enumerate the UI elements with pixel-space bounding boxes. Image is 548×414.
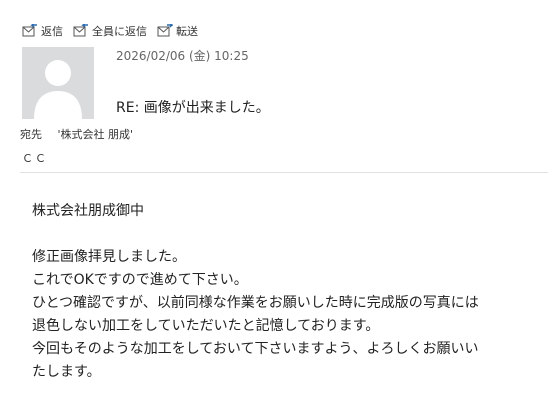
person-icon <box>34 60 82 119</box>
sent-datetime: 2026/02/06 (金) 10:25 <box>116 49 249 63</box>
body-line: 今回もそのような加工をしておいて下さいますよう、よろしくお願いい <box>32 341 479 357</box>
to-row: 宛先 '株式会社 朋成' <box>20 126 133 142</box>
reply-icon <box>22 24 37 37</box>
mail-subject: RE: 画像が出来ました。 <box>116 100 270 116</box>
reply-button[interactable]: 返信 <box>22 23 63 39</box>
reply-label: 返信 <box>41 25 63 38</box>
body-greeting: 株式会社朋成御中 <box>32 203 144 219</box>
body-line: 退色しない加工をしていただいたと記憶しております。 <box>32 318 380 334</box>
reply-all-button[interactable]: 全員に返信 <box>73 23 147 39</box>
cc-label: ＣＣ <box>22 152 48 165</box>
body-line: ひとつ確認ですが、以前同様な作業をお願いした時に完成版の写真には <box>32 295 479 311</box>
header-divider <box>20 172 548 173</box>
to-label: 宛先 <box>20 128 42 141</box>
reply-all-icon <box>73 24 88 37</box>
body-line: たします。 <box>32 364 101 380</box>
mail-toolbar: 返信 全員に返信 転送 <box>22 20 198 42</box>
forward-button[interactable]: 転送 <box>157 23 198 39</box>
sender-avatar <box>22 47 94 119</box>
to-recipient[interactable]: '株式会社 朋成' <box>58 128 134 141</box>
mail-body: 株式会社朋成御中 修正画像拝見しました。 これでOKですので進めて下さい。 ひと… <box>32 200 544 384</box>
forward-label: 転送 <box>176 25 198 38</box>
reply-all-label: 全員に返信 <box>92 25 147 38</box>
body-line: 修正画像拝見しました。 <box>32 249 186 265</box>
forward-icon <box>157 24 173 37</box>
body-blank-line <box>32 223 544 246</box>
body-line: これでOKですので進めて下さい。 <box>32 272 248 288</box>
